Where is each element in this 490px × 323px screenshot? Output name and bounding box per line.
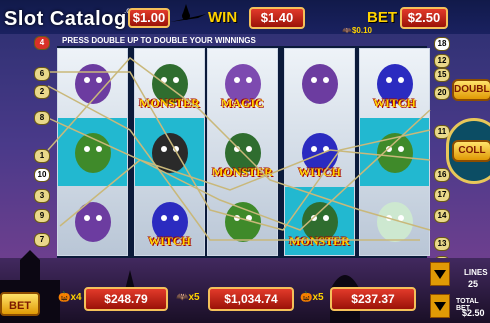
double-up-button[interactable]: DOUBLE	[452, 79, 490, 101]
jackpot-display-2: $1,034.74	[208, 287, 294, 311]
payline-marker-4[interactable]: 4	[34, 36, 50, 50]
arrow-down-icon	[434, 270, 446, 279]
payline-marker-9[interactable]: 9	[34, 209, 50, 223]
total-bet-value: $2.50	[462, 308, 485, 318]
jackpot-display-3: $237.37	[330, 287, 416, 311]
payline-marker-1[interactable]: 1	[34, 149, 50, 163]
payline-marker-10[interactable]: 10	[34, 168, 50, 182]
payline-marker-12[interactable]: 12	[434, 54, 450, 68]
arrow-down-icon	[434, 302, 446, 311]
lines-decrease-button[interactable]	[430, 262, 450, 286]
payline-marker-8[interactable]: 8	[34, 111, 50, 125]
bat-multiplier: 🦇x5	[176, 292, 200, 303]
collect-button[interactable]: COLL	[452, 140, 490, 162]
payline-marker-18[interactable]: 18	[434, 37, 450, 51]
jackpot-value-1: $248.79	[104, 292, 148, 306]
payline-marker-17[interactable]: 17	[434, 188, 450, 202]
pumpkin-multiplier-2: 🎃x5	[300, 292, 324, 303]
lines-label: LINES	[464, 268, 488, 277]
multiplier-3: x5	[312, 292, 324, 303]
payline	[47, 109, 431, 231]
payline-marker-7[interactable]: 7	[34, 233, 50, 247]
payline-marker-3[interactable]: 3	[34, 189, 50, 203]
payline-marker-15[interactable]: 15	[434, 68, 450, 82]
bet-button[interactable]: BET	[0, 292, 40, 316]
jackpot-display-1: $248.79	[84, 287, 168, 311]
pumpkin-icon: 🎃	[300, 292, 313, 303]
payline-marker-16[interactable]: 16	[434, 168, 450, 182]
bat-icon: 🦇	[176, 292, 189, 303]
jackpot-value-2: $1,034.74	[224, 292, 278, 306]
payline-marker-2[interactable]: 2	[34, 85, 50, 99]
payline-marker-6[interactable]: 6	[34, 67, 50, 81]
pumpkin-multiplier-1: 🎃x4	[58, 292, 82, 303]
multiplier-2: x5	[188, 292, 200, 303]
payline	[48, 71, 431, 231]
lines-value: 25	[468, 279, 479, 289]
total-bet-decrease-button[interactable]	[430, 294, 450, 318]
jackpot-value-3: $237.37	[351, 292, 395, 306]
payline-marker-13[interactable]: 13	[434, 237, 450, 251]
pumpkin-icon: 🎃	[58, 292, 71, 303]
multiplier-1: x4	[70, 292, 82, 303]
payline-marker-20[interactable]: 20	[434, 86, 450, 100]
payline-marker-14[interactable]: 14	[434, 209, 450, 223]
